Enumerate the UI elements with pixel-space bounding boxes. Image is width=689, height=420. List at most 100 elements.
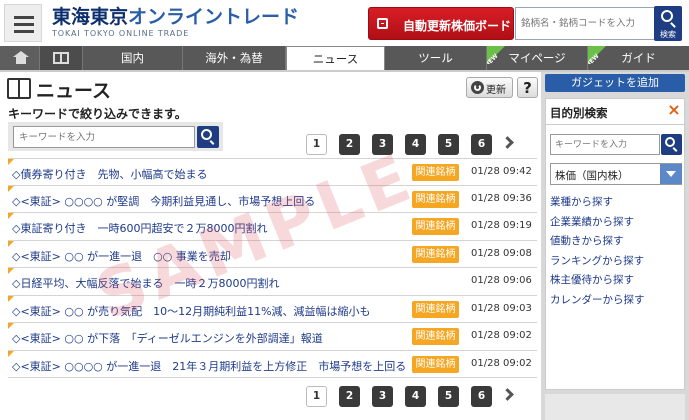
help-button[interactable]: ?: [517, 77, 538, 98]
related-stocks-badge[interactable]: 関連銘柄: [412, 328, 459, 345]
chevron-down-icon: [660, 164, 682, 184]
nav-home[interactable]: [0, 46, 40, 70]
list-item[interactable]: ◇<東証> ○○○○ が堅調 今期利益見通し、市場予想上回る 関連銘柄 01/2…: [8, 185, 537, 213]
refresh-label: 更新: [486, 85, 506, 96]
home-icon: [13, 51, 29, 64]
book-icon: [53, 52, 69, 64]
list-item[interactable]: ◇<東証> ○○ が一進一退 ○○ 事業を売却 関連銘柄 01/28 09:08: [8, 240, 537, 268]
logo-text: 東海東京オンライントレード: [52, 6, 300, 28]
tab-mypage[interactable]: NEW マイページ: [487, 46, 588, 70]
main-nav: 国内 海外・為替 ニュース ツール NEW マイページ NEW ガイド: [0, 46, 689, 70]
chevron-right-icon[interactable]: [501, 388, 514, 401]
page-button-4[interactable]: 4: [405, 134, 426, 155]
tab-tools[interactable]: ツール: [385, 46, 487, 70]
header: 東海東京オンライントレード TOKAI TOKYO ONLINE TRADE 自…: [0, 0, 689, 44]
corner-marker: [8, 350, 14, 357]
link-by-calendar[interactable]: カレンダーから探す: [550, 292, 645, 312]
related-stocks-badge[interactable]: 関連銘柄: [412, 164, 459, 181]
sidebar-placeholder: [545, 394, 685, 420]
corner-marker: [8, 240, 14, 247]
page-title: ニュース: [36, 80, 112, 102]
tab-guide[interactable]: NEW ガイド: [588, 46, 689, 70]
nav-notebook[interactable]: [40, 46, 83, 70]
filter-instructions: キーワードで絞り込みできます。: [8, 107, 187, 121]
page-button-2[interactable]: 2: [339, 386, 360, 407]
close-icon[interactable]: ×: [667, 102, 681, 118]
news-headline[interactable]: ◇債券寄り付き 先物、小幅高で始まる: [12, 166, 207, 182]
link-by-price-movement[interactable]: 値動きから探す: [550, 233, 645, 253]
search-icon: [201, 129, 212, 140]
list-item[interactable]: ◇債券寄り付き 先物、小幅高で始まる 関連銘柄 01/28 09:42: [8, 158, 537, 186]
news-headline[interactable]: ◇<東証> ○○ が下落 「ディーゼルエンジンを外部調達」報道: [12, 330, 323, 346]
news-headline[interactable]: ◇<東証> ○○○○ が一進一退 21年３月期利益を上方修正 市場予想を上回る: [12, 358, 406, 374]
category-select[interactable]: 株価（国内株）: [550, 163, 682, 185]
news-timestamp: 01/28 09:19: [471, 220, 532, 231]
purpose-search-panel: 目的別検索 × 株価（国内株） 業種から探す 企業業績から探す 値動きから探す …: [545, 98, 685, 390]
page-button-6[interactable]: 6: [471, 134, 492, 155]
page-button-3[interactable]: 3: [372, 386, 393, 407]
list-item[interactable]: ◇<東証> ○○○○ が一進一退 21年３月期利益を上方修正 市場予想を上回る …: [8, 350, 537, 378]
auto-update-board-button[interactable]: 自動更新株価ボード: [368, 7, 514, 40]
news-timestamp: 01/28 09:02: [471, 330, 532, 341]
list-item[interactable]: ◇日経平均、大幅反落で始まる 一時２万8000円割れ 01/28 09:06: [8, 268, 537, 296]
news-timestamp: 01/28 09:42: [471, 166, 532, 177]
news-headline[interactable]: ◇<東証> ○○ が一進一退 ○○ 事業を売却: [12, 248, 231, 264]
page-button-5[interactable]: 5: [438, 386, 459, 407]
news-headline[interactable]: ◇<東証> ○○ が売り気配 10～12月期純利益11%減、減益幅は縮小も: [12, 303, 371, 319]
hamburger-menu-icon[interactable]: [4, 4, 42, 42]
tab-guide-label: ガイド: [621, 51, 656, 65]
list-item[interactable]: ◇<東証> ○○ が売り気配 10～12月期純利益11%減、減益幅は縮小も 関連…: [8, 295, 537, 323]
page-button-1[interactable]: 1: [306, 386, 327, 407]
tab-mypage-label: マイページ: [508, 51, 566, 65]
page-button-5[interactable]: 5: [438, 134, 459, 155]
related-stocks-badge[interactable]: 関連銘柄: [412, 355, 459, 373]
news-headline[interactable]: ◇東証寄り付き 一時600円超安で２万8000円割れ: [12, 220, 267, 236]
page-button-3[interactable]: 3: [372, 134, 393, 155]
stock-search-input[interactable]: [515, 7, 655, 40]
page-button-1[interactable]: 1: [306, 134, 327, 155]
logo[interactable]: 東海東京オンライントレード TOKAI TOKYO ONLINE TRADE: [52, 6, 299, 38]
link-by-industry[interactable]: 業種から探す: [550, 194, 645, 214]
keyword-input[interactable]: [13, 126, 195, 148]
stock-search-button[interactable]: 検索: [654, 6, 682, 41]
logo-subtext: TOKAI TOKYO ONLINE TRADE: [52, 29, 190, 38]
refresh-icon: [471, 81, 484, 94]
panel-keyword-input[interactable]: [550, 134, 660, 155]
refresh-button[interactable]: 更新: [466, 77, 513, 98]
link-by-ranking[interactable]: ランキングから探す: [550, 253, 645, 273]
list-item[interactable]: ◇東証寄り付き 一時600円超安で２万8000円割れ 関連銘柄 01/28 09…: [8, 213, 537, 241]
add-gadget-button[interactable]: ガジェットを追加: [545, 74, 685, 92]
related-stocks-badge[interactable]: 関連銘柄: [412, 300, 459, 318]
news-headline[interactable]: ◇<東証> ○○○○ が堅調 今期利益見通し、市場予想上回る: [12, 193, 315, 209]
page-button-2[interactable]: 2: [339, 134, 360, 155]
link-by-earnings[interactable]: 企業業績から探す: [550, 214, 645, 234]
page-button-4[interactable]: 4: [405, 386, 426, 407]
related-stocks-badge[interactable]: 関連銘柄: [412, 190, 459, 208]
panel-search-button[interactable]: [661, 134, 682, 155]
tab-overseas-fx[interactable]: 海外・為替: [183, 46, 286, 70]
corner-marker: [8, 213, 14, 219]
book-icon: [7, 78, 31, 99]
corner-marker: [8, 323, 14, 329]
search-icon: [665, 137, 675, 147]
news-main: ニュース 更新 ? キーワードで絞り込みできます。 1 2 3 4 5 6 ◇債…: [6, 74, 538, 420]
pagination-bottom: 1 2 3 4 5 6: [306, 386, 526, 410]
tab-news[interactable]: ニュース: [286, 46, 385, 70]
window-icon: [377, 18, 388, 29]
auto-update-board-label: 自動更新株価ボード: [403, 19, 512, 33]
related-stocks-badge[interactable]: 関連銘柄: [412, 218, 459, 235]
news-headline[interactable]: ◇日経平均、大幅反落で始まる 一時２万8000円割れ: [12, 275, 279, 291]
link-by-shareholder-benefits[interactable]: 株主優待から探す: [550, 272, 645, 292]
chevron-right-icon[interactable]: [501, 136, 514, 149]
new-badge: NEW: [588, 46, 606, 64]
search-icon: [661, 10, 673, 22]
list-item[interactable]: ◇<東証> ○○ が下落 「ディーゼルエンジンを外部調達」報道 関連銘柄 01/…: [8, 323, 537, 351]
page-button-6[interactable]: 6: [471, 386, 492, 407]
news-timestamp: 01/28 09:02: [471, 357, 532, 369]
keyword-search-box: [8, 122, 223, 151]
related-stocks-badge[interactable]: 関連銘柄: [412, 245, 459, 263]
corner-marker: [8, 295, 14, 302]
tab-domestic[interactable]: 国内: [83, 46, 183, 70]
keyword-search-button[interactable]: [197, 126, 219, 148]
news-timestamp: 01/28 09:08: [471, 247, 532, 259]
